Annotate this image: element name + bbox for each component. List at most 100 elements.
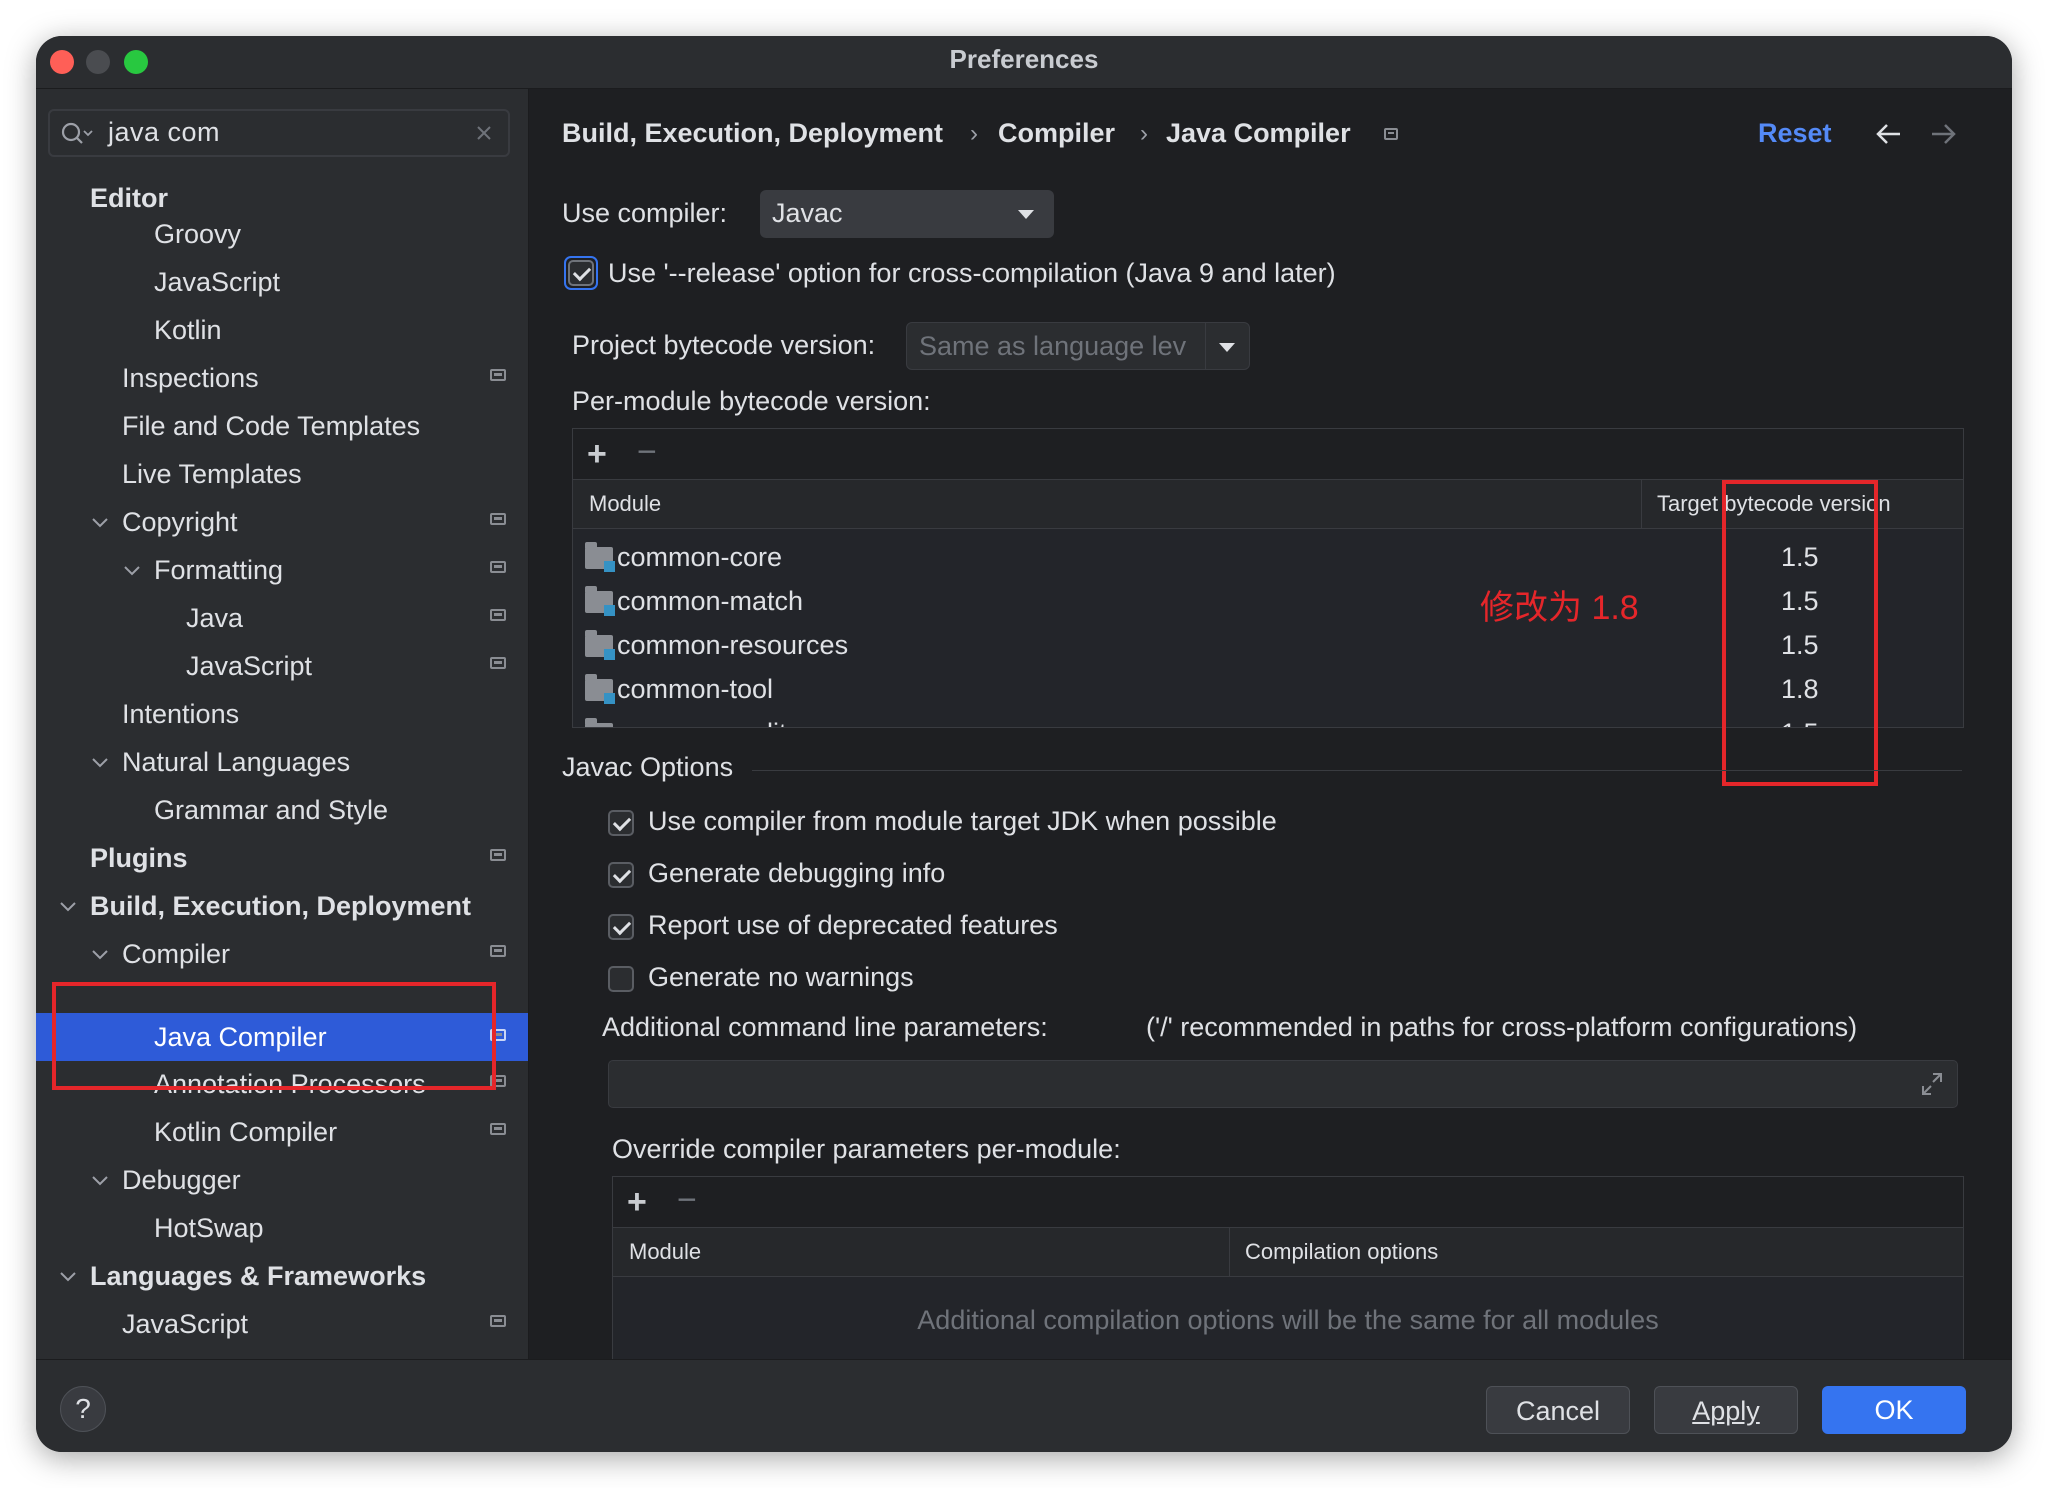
cancel-button[interactable]: Cancel — [1486, 1386, 1630, 1434]
column-header-module[interactable]: Module — [589, 491, 661, 517]
breadcrumb-separator: › — [1140, 120, 1148, 147]
additional-params-hint: ('/' recommended in paths for cross-plat… — [1146, 1012, 1858, 1042]
release-option-label: Use '--release' option for cross-compila… — [608, 258, 1336, 288]
option-no-warnings-checkbox[interactable] — [608, 966, 634, 992]
project-level-icon — [490, 657, 506, 669]
use-compiler-dropdown[interactable]: Javac — [760, 190, 1054, 238]
apply-button[interactable]: Apply — [1654, 1386, 1798, 1434]
option-debugging-info-label: Generate debugging info — [648, 858, 946, 888]
search-icon — [61, 122, 93, 144]
sidebar-item-intentions[interactable]: Intentions — [122, 691, 239, 737]
search-input[interactable]: java com — [108, 117, 220, 148]
sidebar-item-grammar-style[interactable]: Grammar and Style — [154, 787, 388, 833]
dialog-button-bar: ? Cancel Apply OK — [36, 1359, 2012, 1452]
override-column-module[interactable]: Module — [629, 1239, 701, 1265]
project-level-icon — [490, 1123, 506, 1135]
module-folder-icon — [585, 630, 615, 660]
settings-sidebar: java com Editor Groovy JavaScript Kotlin… — [36, 89, 529, 1385]
sidebar-item-kotlin-compiler[interactable]: Kotlin Compiler — [154, 1109, 337, 1155]
breadcrumb-build-execution-deployment[interactable]: Build, Execution, Deployment — [562, 118, 943, 149]
release-option-checkbox[interactable] — [568, 260, 594, 286]
annotation-highlight-box — [52, 982, 496, 1090]
chevron-down-icon[interactable] — [90, 1171, 110, 1191]
add-module-button[interactable]: + — [587, 437, 607, 471]
project-bytecode-label: Project bytecode version: — [572, 330, 876, 360]
sidebar-item-compiler[interactable]: Compiler — [122, 931, 230, 977]
breadcrumb-java-compiler: Java Compiler — [1166, 118, 1351, 148]
breadcrumb-separator: › — [970, 120, 978, 147]
sidebar-item-kotlin[interactable]: Kotlin — [154, 307, 222, 353]
project-level-icon — [490, 609, 506, 621]
override-table: + − Module Compilation options Additiona… — [612, 1176, 1964, 1360]
project-level-icon — [490, 369, 506, 381]
sidebar-item-inspections[interactable]: Inspections — [122, 355, 259, 401]
module-name[interactable]: common-match — [617, 579, 803, 623]
help-button[interactable]: ? — [60, 1386, 106, 1432]
chevron-down-icon[interactable] — [90, 753, 110, 773]
clear-search-icon[interactable] — [476, 125, 492, 141]
module-name[interactable]: common-tool — [617, 667, 773, 711]
override-label: Override compiler parameters per-module: — [612, 1134, 1121, 1164]
project-level-icon — [490, 561, 506, 573]
section-divider — [752, 770, 1962, 771]
module-folder-icon — [585, 586, 615, 616]
module-folder-icon — [585, 542, 615, 572]
option-module-target-jdk-checkbox[interactable] — [608, 810, 634, 836]
additional-params-input[interactable] — [608, 1060, 1958, 1108]
search-field[interactable]: java com — [48, 109, 510, 157]
sidebar-item-formatting-javascript[interactable]: JavaScript — [186, 643, 312, 689]
module-name[interactable]: common-core — [617, 535, 782, 579]
remove-module-button[interactable]: − — [637, 435, 657, 469]
breadcrumb-compiler[interactable]: Compiler — [998, 118, 1115, 149]
project-level-icon — [490, 513, 506, 525]
sidebar-item-lf-kotlin[interactable]: Kotlin — [122, 1347, 190, 1385]
option-module-target-jdk-label: Use compiler from module target JDK when… — [648, 806, 1277, 836]
window-title: Preferences — [949, 44, 1099, 74]
project-bytecode-dropdown[interactable]: Same as language lev — [906, 322, 1250, 370]
dropdown-arrow-icon — [1018, 210, 1034, 219]
sidebar-item-build-execution-deployment[interactable]: Build, Execution, Deployment — [90, 883, 471, 929]
sidebar-item-groovy[interactable]: Groovy — [154, 211, 241, 257]
sidebar-item-languages-frameworks[interactable]: Languages & Frameworks — [90, 1253, 426, 1299]
remove-override-button[interactable]: − — [677, 1183, 697, 1217]
module-name[interactable]: common-resources — [617, 623, 848, 667]
sidebar-item-live-templates[interactable]: Live Templates — [122, 451, 302, 497]
sidebar-item-plugins[interactable]: Plugins — [90, 835, 188, 881]
project-level-icon — [490, 1315, 506, 1327]
override-column-options[interactable]: Compilation options — [1245, 1239, 1438, 1265]
module-folder-icon — [585, 674, 615, 704]
option-no-warnings-label: Generate no warnings — [648, 962, 914, 992]
project-level-icon — [490, 945, 506, 957]
use-compiler-value: Javac — [772, 198, 843, 228]
chevron-down-icon[interactable] — [90, 945, 110, 965]
chevron-down-icon[interactable] — [58, 1267, 78, 1287]
chevron-down-icon[interactable] — [58, 897, 78, 917]
sidebar-item-copyright[interactable]: Copyright — [122, 499, 238, 545]
annotation-text: 修改为 1.8 — [1480, 589, 1639, 627]
sidebar-item-debugger[interactable]: Debugger — [122, 1157, 241, 1203]
add-override-button[interactable]: + — [627, 1185, 647, 1219]
option-deprecated-checkbox[interactable] — [608, 914, 634, 940]
back-arrow-icon[interactable] — [1874, 122, 1904, 146]
sidebar-item-lf-javascript[interactable]: JavaScript — [122, 1301, 248, 1347]
sidebar-item-hotswap[interactable]: HotSwap — [154, 1205, 264, 1251]
sidebar-item-file-code-templates[interactable]: File and Code Templates — [122, 403, 420, 449]
project-bytecode-placeholder: Same as language lev — [919, 331, 1187, 361]
per-module-label: Per-module bytecode version: — [572, 386, 931, 416]
option-deprecated-label: Report use of deprecated features — [648, 910, 1058, 940]
javac-options-title: Javac Options — [562, 752, 734, 782]
chevron-down-icon[interactable] — [90, 513, 110, 533]
forward-arrow-icon[interactable] — [1928, 122, 1958, 146]
expand-icon[interactable] — [1919, 1071, 1945, 1097]
chevron-down-icon[interactable] — [122, 561, 142, 581]
sidebar-item-natural-languages[interactable]: Natural Languages — [122, 739, 350, 785]
option-debugging-info-checkbox[interactable] — [608, 862, 634, 888]
annotation-highlight-box — [1722, 480, 1878, 786]
module-name[interactable]: common-yeditor — [617, 711, 811, 727]
sidebar-item-formatting-java[interactable]: Java — [186, 595, 243, 641]
additional-params-label: Additional command line parameters: — [602, 1012, 1048, 1042]
sidebar-item-formatting[interactable]: Formatting — [154, 547, 283, 593]
reset-link[interactable]: Reset — [1758, 118, 1832, 149]
ok-button[interactable]: OK — [1822, 1386, 1966, 1434]
sidebar-item-javascript[interactable]: JavaScript — [154, 259, 280, 305]
